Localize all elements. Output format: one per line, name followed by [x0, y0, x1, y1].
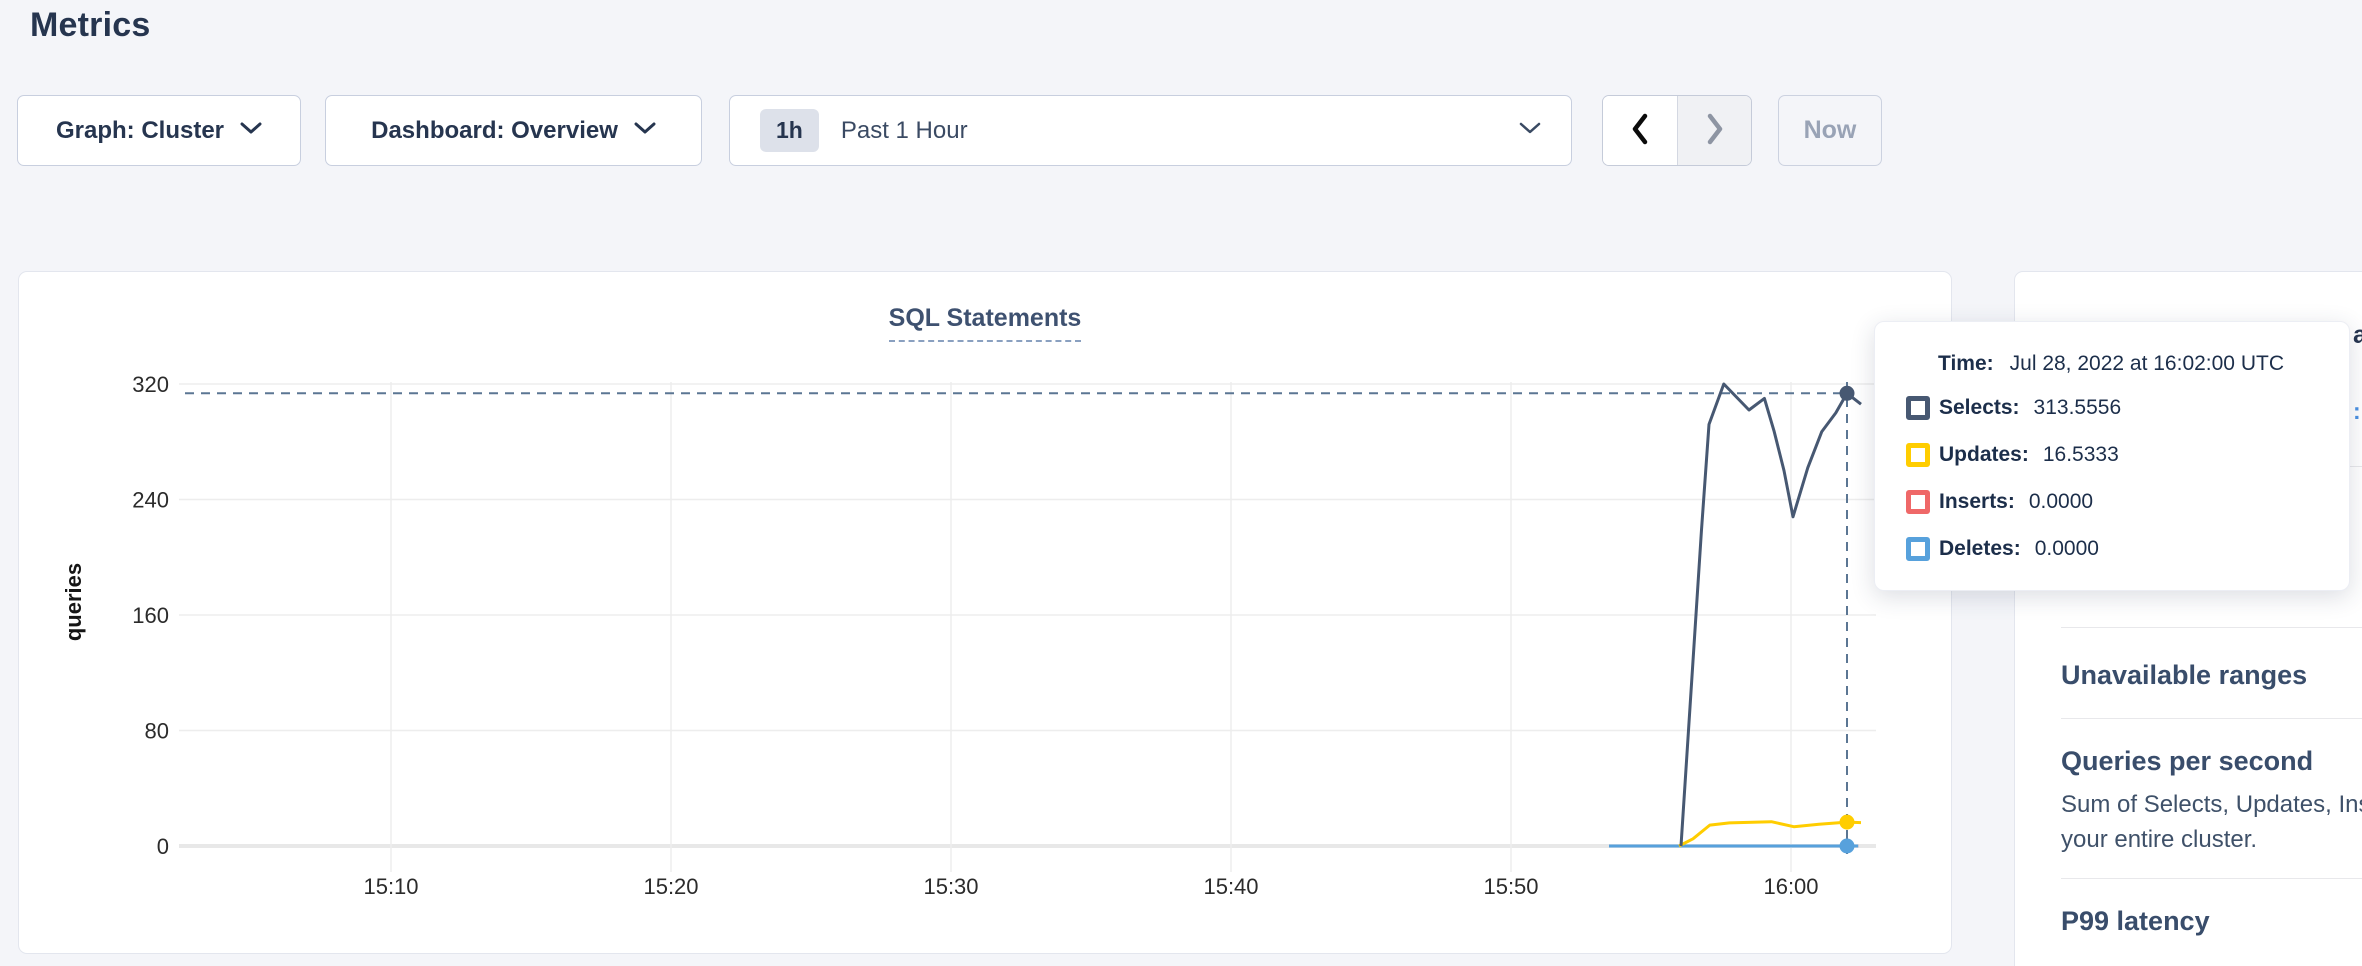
tooltip-series-value: 16.5333: [2043, 443, 2119, 467]
tooltip-series-value: 313.5556: [2034, 396, 2122, 420]
time-range-picker[interactable]: 1h Past 1 Hour: [729, 95, 1572, 166]
sidebar-item-queries-per-second: Queries per second: [2061, 746, 2313, 777]
y-tick-label: 320: [132, 372, 169, 397]
dashboard-dropdown[interactable]: Dashboard: Overview: [325, 95, 702, 166]
sql-statements-chart[interactable]: 0 80 160 240 320 15:10 15:20 15:30 15:40 15:50 16:…: [19, 272, 1953, 955]
y-tick-label: 160: [132, 603, 169, 628]
sidebar-divider: [2061, 878, 2362, 879]
sql-statements-card: SQL Statements 08016024032015:1015:2015:…: [18, 271, 1952, 954]
sidebar-divider: [2061, 627, 2362, 628]
series-line-updates: [1679, 822, 1861, 846]
chevron-down-icon: [634, 121, 656, 140]
page-title: Metrics: [30, 6, 150, 45]
tooltip-series-label: Selects:: [1939, 396, 2020, 420]
x-tick-label: 15:30: [923, 874, 978, 899]
chart-tooltip: Time: Jul 28, 2022 at 16:02:00 UTC Select…: [1874, 321, 2350, 591]
chevron-left-icon: [1628, 112, 1652, 149]
sidebar-item-description-line1: Sum of Selects, Updates, Inserts &: [2061, 791, 2362, 819]
tooltip-series-value: 0.0000: [2029, 490, 2093, 514]
tooltip-time-value: Jul 28, 2022 at 16:02:00 UTC: [2010, 352, 2284, 375]
x-tick-label: 15:50: [1483, 874, 1538, 899]
sidebar-divider: [2061, 718, 2362, 719]
y-tick-label: 0: [157, 834, 169, 859]
x-tick-label: 15:20: [643, 874, 698, 899]
tooltip-row-updates: Updates: 16.5333: [1906, 431, 2349, 478]
chevron-down-icon: [240, 121, 262, 140]
clipped-text-fragment: a: [2353, 321, 2362, 350]
tooltip-row-inserts: Inserts: 0.0000: [1906, 478, 2349, 525]
inserts-legend-swatch-icon: [1906, 490, 1930, 514]
metrics-page: Metrics Graph: Cluster Dashboard: Overvi…: [0, 0, 2362, 966]
clipped-text-fragment: :: [2353, 398, 2362, 425]
crosshair-dot-updates: [1840, 815, 1855, 830]
crosshair-dot-selects: [1840, 386, 1855, 401]
graph-dropdown-label: Graph: Cluster: [56, 117, 224, 145]
y-axis-title: queries: [61, 563, 86, 641]
tooltip-row-deletes: Deletes: 0.0000: [1906, 525, 2349, 572]
graph-dropdown[interactable]: Graph: Cluster: [17, 95, 301, 166]
deletes-legend-swatch-icon: [1906, 537, 1930, 561]
chevron-down-icon: [1519, 121, 1541, 140]
now-button[interactable]: Now: [1778, 95, 1882, 166]
prev-range-button[interactable]: [1603, 96, 1677, 165]
dashboard-dropdown-label: Dashboard: Overview: [371, 117, 618, 145]
range-badge: 1h: [760, 109, 819, 152]
x-tick-label: 15:40: [1203, 874, 1258, 899]
tooltip-row-selects: Selects: 313.5556: [1906, 384, 2349, 431]
y-tick-label: 80: [145, 719, 169, 744]
tooltip-time-label: Time:: [1938, 352, 1994, 375]
tooltip-series-label: Updates:: [1939, 443, 2029, 467]
next-range-button[interactable]: [1677, 96, 1751, 165]
tooltip-series-label: Inserts:: [1939, 490, 2015, 514]
sidebar-item-description-line2: your entire cluster.: [2061, 826, 2257, 854]
y-tick-label: 240: [132, 488, 169, 513]
sidebar-item-p99-latency: P99 latency: [2061, 906, 2210, 937]
range-label: Past 1 Hour: [841, 117, 968, 145]
sidebar-item-unavailable-ranges: Unavailable ranges: [2061, 660, 2307, 691]
tooltip-series-value: 0.0000: [2035, 537, 2099, 561]
updates-legend-swatch-icon: [1906, 443, 1930, 467]
x-tick-label: 16:00: [1763, 874, 1818, 899]
tooltip-series-label: Deletes:: [1939, 537, 2021, 561]
tooltip-time-row: Time: Jul 28, 2022 at 16:02:00 UTC: [1938, 352, 2349, 376]
x-tick-label: 15:10: [363, 874, 418, 899]
selects-legend-swatch-icon: [1906, 396, 1930, 420]
crosshair-dot-deletes: [1840, 839, 1855, 854]
chevron-right-icon: [1703, 112, 1727, 149]
range-step-buttons: [1602, 95, 1752, 166]
